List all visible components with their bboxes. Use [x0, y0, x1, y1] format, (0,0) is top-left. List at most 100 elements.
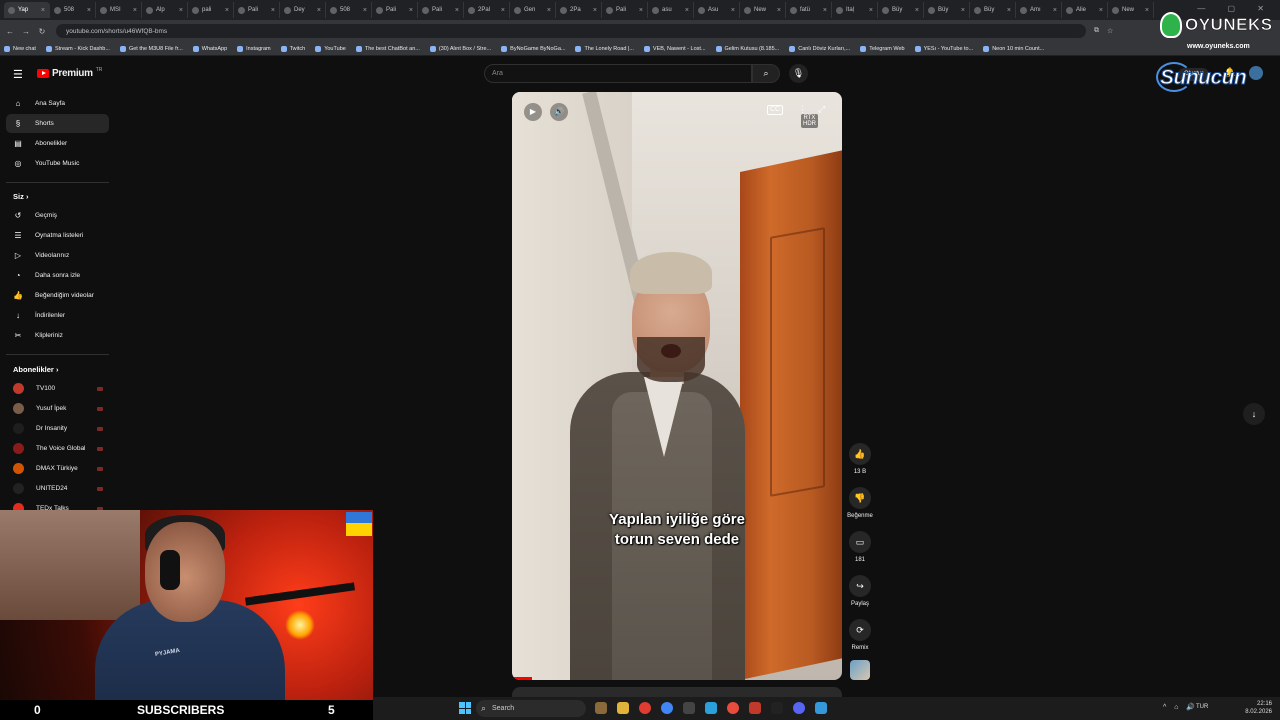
- bookmark-item[interactable]: ByNoGame ByNoGa...: [501, 45, 565, 52]
- browser-tab[interactable]: 508 ×: [50, 2, 96, 18]
- subscription-item[interactable]: TV100: [6, 379, 109, 398]
- close-icon[interactable]: ×: [1145, 7, 1149, 14]
- share-action[interactable]: ↪ Paylaş: [845, 575, 875, 607]
- video-progress-bar[interactable]: [512, 677, 532, 680]
- bookmark-item[interactable]: YESı - YouTube to...: [914, 45, 973, 52]
- clock[interactable]: 22:16 8.02.2026: [1245, 700, 1272, 716]
- browser-tab[interactable]: Asu ×: [694, 2, 740, 18]
- browser-tab[interactable]: New ×: [1108, 2, 1154, 18]
- next-short-arrow-icon[interactable]: ↓: [1243, 403, 1265, 425]
- sidebar-item[interactable]: ↺ Geçmiş: [6, 206, 109, 225]
- remix-icon[interactable]: ⟳: [849, 619, 871, 641]
- taskbar-app-icon[interactable]: [771, 702, 783, 714]
- bookmark-item[interactable]: Canlı Döviz Kurları,...: [789, 45, 850, 52]
- close-icon[interactable]: ×: [271, 7, 275, 14]
- sidebar-item[interactable]: ⌂ Ana Sayfa: [6, 94, 109, 113]
- fullscreen-icon[interactable]: ⤢: [818, 104, 825, 115]
- bookmark-item[interactable]: Get the M3U8 File fr...: [119, 45, 183, 52]
- subscription-item[interactable]: The Voice Global: [6, 439, 109, 458]
- browser-tab[interactable]: Pali ×: [418, 2, 464, 18]
- close-icon[interactable]: ×: [317, 7, 321, 14]
- bookmark-item[interactable]: Gelim Kutusu (8.185...: [715, 45, 779, 52]
- sidebar-item[interactable]: ◔ Daha sonra izle: [6, 266, 109, 285]
- close-icon[interactable]: ×: [455, 7, 459, 14]
- browser-tab[interactable]: Büy ×: [878, 2, 924, 18]
- browser-tab[interactable]: Pali ×: [234, 2, 280, 18]
- bookmark-item[interactable]: Twitch: [280, 45, 305, 52]
- subscription-item[interactable]: DMAX Türkiye: [6, 459, 109, 478]
- close-icon[interactable]: ×: [1099, 7, 1103, 14]
- browser-tab[interactable]: asu ×: [648, 2, 694, 18]
- discord-icon[interactable]: [793, 702, 805, 714]
- subscription-item[interactable]: Yusuf İpek: [6, 399, 109, 418]
- sidebar-item[interactable]: § Shorts: [6, 114, 109, 133]
- bookmark-item[interactable]: New chat: [4, 45, 36, 52]
- close-icon[interactable]: ×: [1007, 7, 1011, 14]
- like-icon[interactable]: 👍: [849, 443, 871, 465]
- opera-icon[interactable]: [639, 702, 651, 714]
- close-icon[interactable]: ×: [823, 7, 827, 14]
- comments-action[interactable]: ▭ 181: [845, 531, 875, 563]
- sidebar-section-subscriptions[interactable]: Abonelikler ›: [13, 365, 58, 374]
- close-icon[interactable]: ×: [639, 7, 643, 14]
- subscription-item[interactable]: UNITED24: [6, 479, 109, 498]
- close-icon[interactable]: ×: [179, 7, 183, 14]
- close-icon[interactable]: ×: [1053, 7, 1057, 14]
- browser-tab[interactable]: Büy ×: [970, 2, 1016, 18]
- browser-tab[interactable]: Yap ×: [4, 2, 50, 18]
- sidebar-item[interactable]: ✂ Klipleriniz: [6, 326, 109, 345]
- install-icon[interactable]: ⧉: [1094, 27, 1099, 35]
- forward-icon[interactable]: →: [20, 27, 32, 36]
- subscription-item[interactable]: Dr Insanity: [6, 419, 109, 438]
- bookmark-item[interactable]: Stream - Kick Dashb...: [45, 45, 110, 52]
- taskbar-app-icon[interactable]: [815, 702, 827, 714]
- bookmark-item[interactable]: The best ChatBot an...: [355, 45, 420, 52]
- bookmark-item[interactable]: (30) Alınt Box / Stre...: [429, 45, 491, 52]
- browser-tab[interactable]: Alie ×: [1062, 2, 1108, 18]
- sidebar-item[interactable]: 👍 Beğendiğim videolar: [6, 286, 109, 305]
- bookmark-item[interactable]: The Lonely Road |...: [575, 45, 634, 52]
- taskbar-app-icon[interactable]: [683, 702, 695, 714]
- url-field[interactable]: youtube.com/shorts/u46WfQB-bms: [56, 24, 1086, 38]
- file-explorer-icon[interactable]: [617, 702, 629, 714]
- youtube-logo[interactable]: Premium TR: [37, 67, 102, 79]
- sidebar-item[interactable]: ☰ Oynatma listeleri: [6, 226, 109, 245]
- mic-icon[interactable]: 🎙: [789, 64, 808, 83]
- menu-icon[interactable]: ☰: [13, 68, 23, 81]
- avatar[interactable]: [1249, 66, 1263, 80]
- taskbar-app-icon[interactable]: [749, 702, 761, 714]
- reload-icon[interactable]: ↻: [36, 27, 48, 36]
- bookmark-item[interactable]: WhatsApp: [192, 45, 227, 52]
- browser-tab[interactable]: New ×: [740, 2, 786, 18]
- language-indicator[interactable]: TUR: [1196, 704, 1208, 710]
- close-icon[interactable]: ×: [731, 7, 735, 14]
- bookmark-star-icon[interactable]: ☆: [1107, 27, 1113, 35]
- search-input[interactable]: Ara: [484, 64, 752, 83]
- close-icon[interactable]: ×: [363, 7, 367, 14]
- bookmark-item[interactable]: Telegram Web: [860, 45, 905, 52]
- share-icon[interactable]: ↪: [849, 575, 871, 597]
- browser-tab[interactable]: Alp ×: [142, 2, 188, 18]
- browser-tab[interactable]: Pali ×: [372, 2, 418, 18]
- sidebar-section-you[interactable]: Siz ›: [13, 192, 28, 201]
- browser-tab[interactable]: Gen ×: [510, 2, 556, 18]
- browser-tab[interactable]: Dey ×: [280, 2, 326, 18]
- sidebar-item[interactable]: ▷ Videolarınız: [6, 246, 109, 265]
- captions-icon[interactable]: CC: [767, 105, 784, 115]
- short-video-player[interactable]: ▶ 🔊 CC ⋮ ⤢ RTX HDR Yapılan iyiliğe göre …: [512, 92, 842, 680]
- sidebar-item[interactable]: ↓ İndirilenler: [6, 306, 109, 325]
- chrome-icon[interactable]: [661, 702, 673, 714]
- browser-tab[interactable]: Pali ×: [602, 2, 648, 18]
- close-icon[interactable]: ×: [961, 7, 965, 14]
- taskbar-app-icon[interactable]: [727, 702, 739, 714]
- play-icon[interactable]: ▶: [524, 103, 542, 121]
- close-icon[interactable]: ×: [41, 7, 45, 14]
- close-icon[interactable]: ×: [915, 7, 919, 14]
- telegram-icon[interactable]: [705, 702, 717, 714]
- browser-tab[interactable]: 2Pal ×: [464, 2, 510, 18]
- comment-icon[interactable]: ▭: [849, 531, 871, 553]
- browser-tab[interactable]: Amı ×: [1016, 2, 1062, 18]
- dislike-icon[interactable]: 👎: [849, 487, 871, 509]
- bookmark-item[interactable]: Neon 10 min Count...: [983, 45, 1044, 52]
- close-icon[interactable]: ×: [501, 7, 505, 14]
